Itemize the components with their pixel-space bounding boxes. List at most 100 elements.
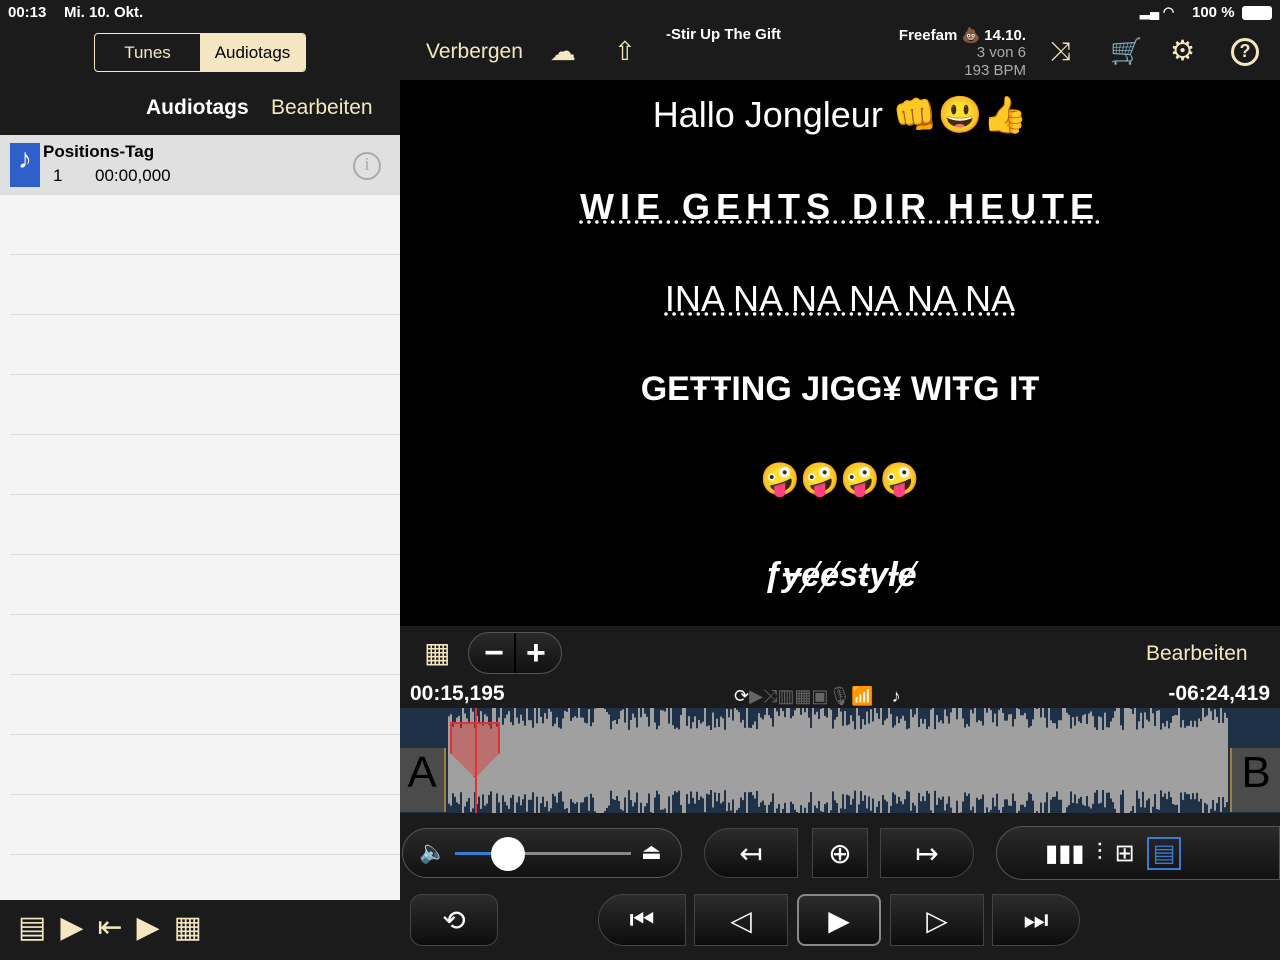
empty-row bbox=[10, 255, 400, 315]
wave-bar bbox=[702, 721, 704, 799]
set-end-button[interactable]: ↦ bbox=[880, 828, 974, 878]
wave-bar bbox=[914, 714, 916, 806]
wave-bar bbox=[654, 722, 656, 798]
sidebar-edit-button[interactable]: Bearbeiten bbox=[271, 96, 373, 120]
help-icon[interactable]: ? bbox=[1231, 38, 1259, 66]
lyrics-view-icon[interactable]: ▤ bbox=[1146, 836, 1182, 870]
loop-button[interactable]: ⟲ bbox=[410, 894, 498, 946]
info-icon[interactable]: i bbox=[353, 152, 381, 180]
wave-bar bbox=[524, 725, 526, 795]
wave-bar bbox=[806, 706, 808, 814]
wave-bar bbox=[1094, 727, 1096, 793]
wave-bar bbox=[778, 716, 780, 804]
wave-bar bbox=[892, 727, 894, 793]
waveform[interactable]: A B bbox=[400, 702, 1280, 818]
waveform-view-icon[interactable]: ▮▮▮ bbox=[1045, 839, 1085, 868]
wave-bar bbox=[912, 717, 914, 803]
list-item[interactable]: ♪ Positions-Tag 1 00:00,000 i bbox=[0, 135, 400, 195]
wave-bar bbox=[1096, 729, 1098, 791]
wave-bar bbox=[1098, 716, 1100, 804]
play-button[interactable]: ▶ bbox=[797, 894, 881, 946]
wave-bar bbox=[640, 717, 642, 803]
wave-bar bbox=[1158, 710, 1160, 810]
previous-button[interactable]: ⏮ bbox=[598, 894, 686, 946]
wave-bar bbox=[1194, 720, 1196, 800]
wave-bar bbox=[974, 702, 976, 818]
wave-bar bbox=[1128, 706, 1130, 814]
wave-bar bbox=[1162, 723, 1164, 797]
wave-bar bbox=[1180, 727, 1182, 793]
cloud-icon[interactable]: ☁ bbox=[550, 36, 576, 67]
next-button[interactable]: ⏭ bbox=[992, 894, 1080, 946]
step-back-button[interactable]: ◁ bbox=[694, 894, 788, 946]
wave-bar bbox=[922, 723, 924, 797]
wave-bar bbox=[848, 724, 850, 796]
wave-bar bbox=[992, 722, 994, 798]
wave-bar bbox=[578, 706, 580, 814]
wave-bar bbox=[790, 718, 792, 802]
mode-icons[interactable]: ⟳▶⤨▥▦▣🎙📶 ♪ bbox=[734, 682, 901, 708]
wave-bar bbox=[1000, 703, 1002, 817]
wave-bar bbox=[534, 704, 536, 816]
wave-bar bbox=[774, 704, 776, 816]
volume-slider[interactable] bbox=[455, 852, 631, 855]
wave-bar bbox=[648, 726, 650, 794]
wave-bar bbox=[954, 703, 956, 817]
tab-tunes[interactable]: Tunes bbox=[95, 34, 200, 71]
wave-bar bbox=[706, 726, 708, 794]
tag-settings-icon[interactable]: ▦ bbox=[424, 636, 450, 669]
wave-bar bbox=[1092, 716, 1094, 804]
wave-bar bbox=[656, 729, 658, 791]
wave-bar bbox=[528, 720, 530, 800]
gear-icon[interactable]: ⚙ bbox=[1170, 34, 1195, 67]
wave-bar bbox=[902, 715, 904, 805]
wave-bar bbox=[926, 729, 928, 791]
wave-bar bbox=[532, 727, 534, 793]
cart-icon[interactable]: 🛒 bbox=[1110, 36, 1142, 67]
marker-b[interactable]: B bbox=[1230, 748, 1280, 812]
hide-button[interactable]: Verbergen bbox=[426, 40, 523, 64]
wave-bar bbox=[1172, 716, 1174, 804]
share-icon[interactable]: ⇧ bbox=[614, 36, 636, 67]
wave-bar bbox=[962, 718, 964, 802]
wave-bar bbox=[752, 724, 754, 796]
wave-bar bbox=[1080, 723, 1082, 797]
tab-audiotags[interactable]: Audiotags bbox=[200, 34, 305, 71]
wave-bar bbox=[1008, 714, 1010, 806]
wave-bar bbox=[704, 707, 706, 813]
wave-bar bbox=[982, 725, 984, 795]
shuffle-icon[interactable]: ⤨ bbox=[1050, 36, 1071, 68]
playhead[interactable] bbox=[475, 708, 477, 813]
add-tag-button[interactable]: ⊕ bbox=[812, 828, 868, 878]
marker-a[interactable]: A bbox=[400, 748, 446, 812]
plus-icon[interactable]: + bbox=[526, 634, 546, 673]
step-forward-button[interactable]: ▷ bbox=[890, 894, 984, 946]
airplay-icon[interactable]: ⏏ bbox=[641, 839, 662, 865]
wave-bar bbox=[1132, 714, 1134, 806]
fx-icon[interactable]: ⊞ bbox=[1115, 839, 1135, 868]
lyric-line: INA NA NA NA NA NA bbox=[664, 278, 1016, 319]
wave-bar bbox=[1036, 708, 1038, 812]
wave-bar bbox=[584, 722, 586, 798]
zoom-stepper[interactable]: − + bbox=[468, 632, 562, 674]
wave-bar bbox=[1206, 715, 1208, 805]
wave-bar bbox=[500, 703, 502, 817]
volume-knob[interactable] bbox=[490, 837, 525, 871]
audiotag-list[interactable]: ♪ Positions-Tag 1 00:00,000 i bbox=[0, 135, 400, 900]
wave-bar bbox=[718, 726, 720, 794]
player-edit-button[interactable]: Bearbeiten bbox=[1146, 642, 1248, 666]
wave-bar bbox=[1004, 720, 1006, 800]
wave-bar bbox=[948, 723, 950, 797]
wave-bar bbox=[820, 708, 822, 812]
wave-bar bbox=[1026, 719, 1028, 801]
empty-row bbox=[10, 315, 400, 375]
wave-bar bbox=[988, 707, 990, 813]
wave-bar bbox=[642, 705, 644, 815]
mixer-icon[interactable]: ⫶ bbox=[1097, 839, 1103, 867]
wave-bar bbox=[526, 708, 528, 812]
set-start-button[interactable]: ↤ bbox=[704, 828, 798, 878]
sidebar-bottom-toolbar[interactable]: ▤▶⇤▶▦ bbox=[18, 910, 216, 945]
minus-icon[interactable]: − bbox=[484, 634, 504, 673]
wave-bar bbox=[1170, 722, 1172, 798]
wave-bar bbox=[756, 729, 758, 791]
